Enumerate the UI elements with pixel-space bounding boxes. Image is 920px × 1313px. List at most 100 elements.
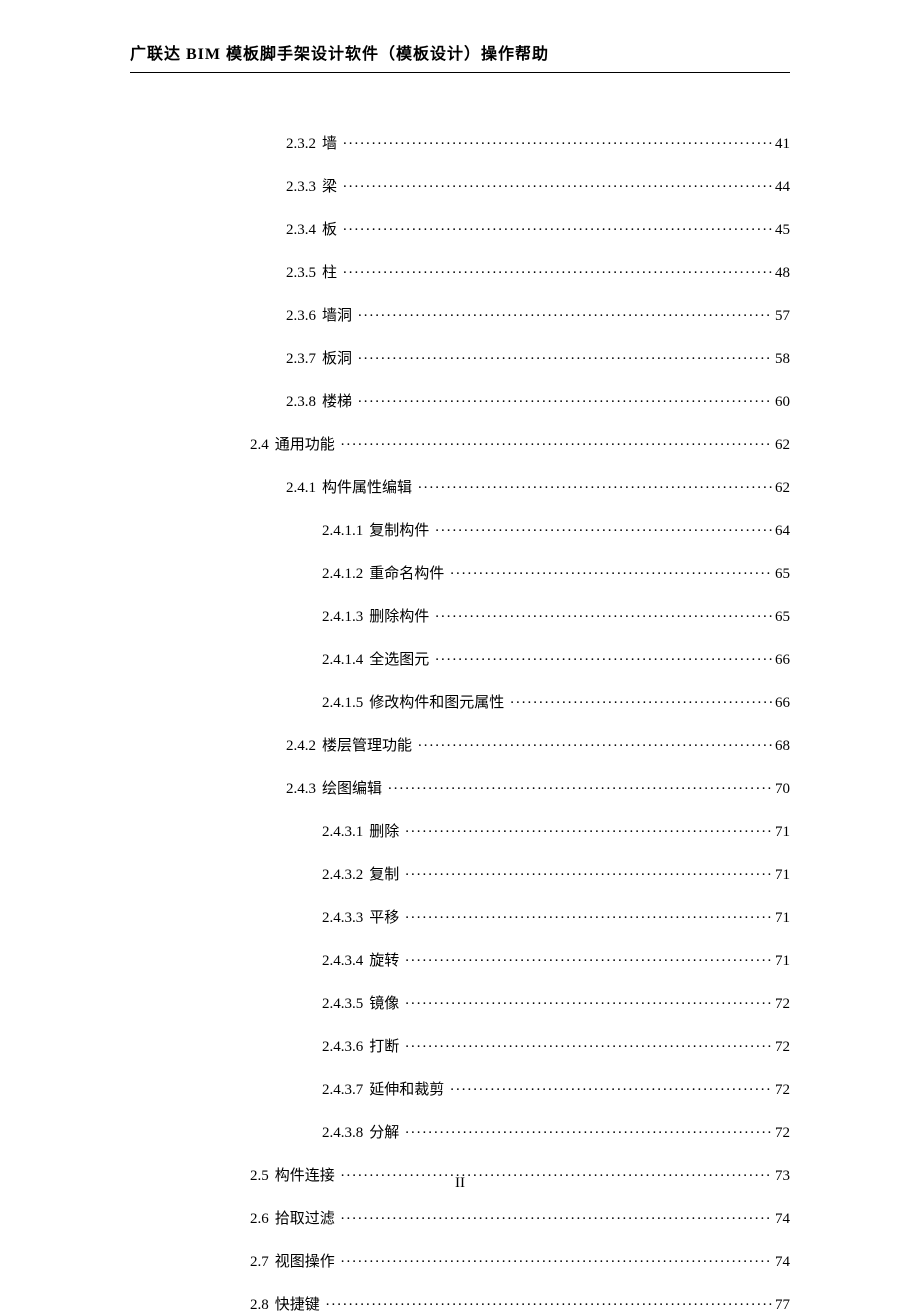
toc-title: 延伸和裁剪 xyxy=(369,1083,444,1098)
toc-number: 2.4.1.3 xyxy=(322,610,363,625)
toc-entry[interactable]: 2.3.6墙洞57 xyxy=(130,305,790,324)
toc-leader-dots xyxy=(510,692,773,707)
toc-number: 2.4.1.2 xyxy=(322,567,363,582)
toc-page: 62 xyxy=(773,481,790,496)
toc-title: 梁 xyxy=(322,180,337,195)
toc-leader-dots xyxy=(405,1122,773,1137)
toc-title: 拾取过滤 xyxy=(275,1212,335,1227)
toc-entry[interactable]: 2.4.3.4 旋转 71 xyxy=(130,950,790,969)
toc-leader-dots xyxy=(435,649,773,664)
toc-entry[interactable]: 2.3.2墙41 xyxy=(130,133,790,152)
toc-leader-dots xyxy=(418,477,773,492)
toc-page: 60 xyxy=(773,395,790,410)
toc-entry[interactable]: 2.8快捷键77 xyxy=(130,1294,790,1313)
toc-leader-dots xyxy=(418,735,773,750)
toc-entry[interactable]: 2.4.1构件属性编辑62 xyxy=(130,477,790,496)
toc-entry[interactable]: 2.4.1.4 全选图元 66 xyxy=(130,649,790,668)
toc-page: 44 xyxy=(773,180,790,195)
toc-title: 全选图元 xyxy=(369,653,429,668)
toc-entry[interactable]: 2.4.1.5修改构件和图元属性66 xyxy=(130,692,790,711)
toc-entry[interactable]: 2.4.1.1复制构件64 xyxy=(130,520,790,539)
toc-page: 72 xyxy=(773,1126,790,1141)
toc-entry[interactable]: 2.4.3.5 镜像 72 xyxy=(130,993,790,1012)
toc-leader-dots xyxy=(405,1036,773,1051)
toc-page: 71 xyxy=(773,825,790,840)
toc-leader-dots xyxy=(341,434,773,449)
toc-title: 墙洞 xyxy=(322,309,352,324)
toc-entry[interactable]: 2.3.8楼梯60 xyxy=(130,391,790,410)
toc-leader-dots xyxy=(450,1079,773,1094)
toc-entry[interactable]: 2.4.3.1 删除 71 xyxy=(130,821,790,840)
page-header: 广联达 BIM 模板脚手架设计软件（模板设计）操作帮助 xyxy=(130,40,790,73)
toc-title: 删除 xyxy=(369,825,399,840)
toc-entry[interactable]: 2.4.3.7延伸和裁剪72 xyxy=(130,1079,790,1098)
toc-entry[interactable]: 2.4.2楼层管理功能68 xyxy=(130,735,790,754)
toc-number: 2.4.3.3 xyxy=(322,911,363,926)
toc-entry[interactable]: 2.4.3绘图编辑70 xyxy=(130,778,790,797)
toc-title: 镜像 xyxy=(369,997,399,1012)
toc-page: 71 xyxy=(773,954,790,969)
toc-leader-dots xyxy=(343,176,773,191)
toc-number: 2.3.2 xyxy=(286,137,316,152)
toc-leader-dots xyxy=(405,864,773,879)
toc-page: 72 xyxy=(773,997,790,1012)
toc-leader-dots xyxy=(358,348,773,363)
toc-number: 2.3.7 xyxy=(286,352,316,367)
table-of-contents: 2.3.2墙412.3.3梁442.3.4板452.3.5柱482.3.6墙洞5… xyxy=(130,133,790,1313)
toc-title: 墙 xyxy=(322,137,337,152)
toc-page: 65 xyxy=(773,567,790,582)
toc-number: 2.4.3.4 xyxy=(322,954,363,969)
toc-page: 48 xyxy=(773,266,790,281)
toc-title: 楼梯 xyxy=(322,395,352,410)
toc-number: 2.4.1.1 xyxy=(322,524,363,539)
toc-leader-dots xyxy=(343,262,773,277)
toc-number: 2.4.3.7 xyxy=(322,1083,363,1098)
toc-number: 2.4.3.5 xyxy=(322,997,363,1012)
toc-page: 74 xyxy=(773,1255,790,1270)
toc-number: 2.4.1.4 xyxy=(322,653,363,668)
toc-leader-dots xyxy=(388,778,773,793)
toc-entry[interactable]: 2.4.3.2复制71 xyxy=(130,864,790,883)
toc-entry[interactable]: 2.4.1.3删除构件65 xyxy=(130,606,790,625)
toc-number: 2.8 xyxy=(250,1298,269,1313)
toc-page: 64 xyxy=(773,524,790,539)
toc-number: 2.4.3.8 xyxy=(322,1126,363,1141)
toc-leader-dots xyxy=(341,1251,773,1266)
toc-page: 66 xyxy=(773,696,790,711)
toc-page: 57 xyxy=(773,309,790,324)
toc-entry[interactable]: 2.4通用功能62 xyxy=(130,434,790,453)
toc-leader-dots xyxy=(450,563,773,578)
toc-leader-dots xyxy=(405,821,773,836)
toc-page: 66 xyxy=(773,653,790,668)
page-number: II xyxy=(0,1175,920,1192)
toc-title: 绘图编辑 xyxy=(322,782,382,797)
toc-entry[interactable]: 2.4.3.3 平移 71 xyxy=(130,907,790,926)
toc-leader-dots xyxy=(358,391,773,406)
toc-entry[interactable]: 2.7视图操作74 xyxy=(130,1251,790,1270)
toc-page: 72 xyxy=(773,1040,790,1055)
toc-entry[interactable]: 2.4.1.2 重命名构件 65 xyxy=(130,563,790,582)
toc-page: 74 xyxy=(773,1212,790,1227)
toc-page: 71 xyxy=(773,911,790,926)
toc-title: 分解 xyxy=(369,1126,399,1141)
toc-title: 重命名构件 xyxy=(369,567,444,582)
toc-entry[interactable]: 2.3.3梁44 xyxy=(130,176,790,195)
toc-leader-dots xyxy=(343,133,773,148)
toc-number: 2.3.5 xyxy=(286,266,316,281)
toc-entry[interactable]: 2.6 拾取过滤 74 xyxy=(130,1208,790,1227)
toc-number: 2.6 xyxy=(250,1212,269,1227)
toc-entry[interactable]: 2.3.7板洞58 xyxy=(130,348,790,367)
toc-entry[interactable]: 2.3.5柱48 xyxy=(130,262,790,281)
toc-title: 旋转 xyxy=(369,954,399,969)
toc-number: 2.4.3.1 xyxy=(322,825,363,840)
toc-title: 平移 xyxy=(369,911,399,926)
toc-leader-dots xyxy=(405,950,773,965)
toc-entry[interactable]: 2.3.4板45 xyxy=(130,219,790,238)
toc-entry[interactable]: 2.4.3.8 分解 72 xyxy=(130,1122,790,1141)
toc-entry[interactable]: 2.4.3.6打断72 xyxy=(130,1036,790,1055)
toc-page: 70 xyxy=(773,782,790,797)
toc-title: 快捷键 xyxy=(275,1298,320,1313)
toc-number: 2.4.2 xyxy=(286,739,316,754)
toc-number: 2.4.3.2 xyxy=(322,868,363,883)
toc-page: 62 xyxy=(773,438,790,453)
